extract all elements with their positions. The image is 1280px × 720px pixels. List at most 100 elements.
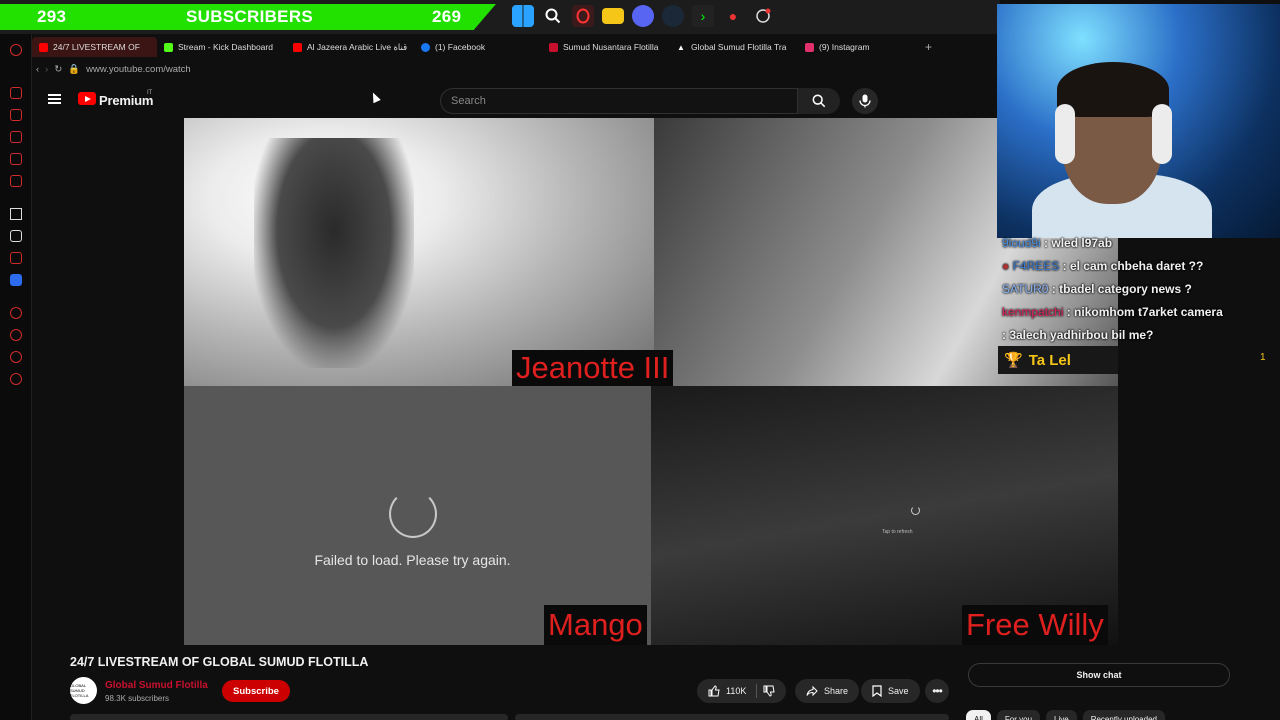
chat-username: kenmpatchi bbox=[1002, 305, 1064, 319]
discord-icon[interactable] bbox=[632, 5, 654, 27]
tab-aljazeera[interactable]: Al Jazeera Arabic Live قناة bbox=[286, 37, 414, 57]
chat-message: SATUR0 : tbadel category news ? bbox=[998, 278, 1280, 301]
share-icon bbox=[806, 685, 818, 697]
sidebar-item-icon[interactable] bbox=[10, 87, 22, 99]
sidebar-item-icon[interactable] bbox=[10, 351, 22, 363]
maps-icon[interactable]: ● bbox=[722, 5, 744, 27]
history-icon[interactable] bbox=[10, 329, 22, 341]
description-box[interactable] bbox=[515, 714, 949, 720]
chat-text: : nikomhom t7arket camera bbox=[1063, 305, 1223, 319]
tab-youtube[interactable]: 24/7 LIVESTREAM OF bbox=[32, 37, 157, 57]
save-button[interactable]: Save bbox=[861, 679, 920, 703]
sidebar-item-icon[interactable] bbox=[10, 109, 22, 121]
like-button[interactable]: 110K bbox=[697, 679, 787, 703]
terminal-icon[interactable]: › bbox=[692, 5, 714, 27]
instagram-icon bbox=[805, 42, 814, 52]
tab-label: Al Jazeera Arabic Live قناة bbox=[307, 41, 408, 52]
like-count: 110K bbox=[726, 686, 747, 696]
streamer-webcam bbox=[997, 4, 1280, 238]
chip-recently-uploaded[interactable]: Recently uploaded bbox=[1082, 710, 1165, 720]
channel-name[interactable]: Global Sumud Flotilla bbox=[105, 680, 208, 691]
tab-label: (1) Facebook bbox=[435, 42, 486, 52]
chip-all[interactable]: All bbox=[966, 710, 991, 720]
chat-message: ● F4REES : el cam chbeha daret ?? bbox=[998, 255, 1280, 278]
subscriber-goal-bar: 293 SUBSCRIBERS 269 bbox=[0, 4, 496, 30]
youtube-premium-label[interactable]: Premium bbox=[99, 93, 153, 108]
tab-strip: 24/7 LIVESTREAM OF Stream - Kick Dashboa… bbox=[32, 36, 1000, 58]
x-icon[interactable] bbox=[10, 230, 22, 242]
camera-label: Free Willy bbox=[962, 605, 1108, 645]
tab-global-sumud[interactable]: ▲ Global Sumud Flotilla Tra bbox=[670, 37, 798, 57]
chat-username: SATUR0 bbox=[1002, 282, 1049, 296]
search-input[interactable]: Search bbox=[440, 88, 798, 114]
video-player[interactable]: Jeanotte III Failed to load. Please try … bbox=[184, 118, 1118, 645]
youtube-icon bbox=[293, 42, 302, 52]
sidebar-item-icon[interactable] bbox=[10, 153, 22, 165]
camera-label: Mango bbox=[544, 605, 647, 645]
sidebar-item-icon[interactable] bbox=[10, 131, 22, 143]
divider bbox=[756, 684, 758, 698]
sidebar-item-icon[interactable] bbox=[10, 274, 22, 286]
refresh-icon[interactable] bbox=[911, 506, 920, 515]
opera-icon[interactable] bbox=[572, 5, 594, 27]
settings-icon[interactable] bbox=[10, 373, 22, 385]
tab-label: 24/7 LIVESTREAM OF bbox=[53, 42, 140, 52]
chip-for-you[interactable]: For you bbox=[996, 710, 1041, 720]
save-label: Save bbox=[888, 686, 909, 696]
url-field[interactable]: www.youtube.com/watch bbox=[86, 64, 191, 75]
description-box[interactable] bbox=[70, 714, 508, 720]
new-tab-button[interactable]: + bbox=[918, 37, 942, 57]
tab-facebook[interactable]: (1) Facebook bbox=[414, 37, 542, 57]
folder-icon[interactable] bbox=[602, 8, 624, 24]
thumbs-up-icon bbox=[708, 685, 720, 697]
back-icon[interactable]: ‹ bbox=[36, 64, 39, 75]
site-icon: ▲ bbox=[677, 42, 685, 52]
trophy-icon: 🏆 bbox=[1004, 352, 1023, 369]
camera-label: Jeanotte III bbox=[512, 350, 674, 386]
tab-sumud-nusantara[interactable]: Sumud Nusantara Flotilla bbox=[542, 37, 670, 57]
kick-icon bbox=[164, 42, 173, 52]
search-icon[interactable] bbox=[542, 5, 564, 27]
forward-icon[interactable]: › bbox=[45, 64, 48, 75]
search-icon bbox=[812, 94, 826, 108]
address-bar: ‹ › ↻ 🔒 www.youtube.com/watch bbox=[32, 60, 1000, 78]
windows-icon[interactable] bbox=[512, 5, 534, 27]
chat-username: 9loud9i bbox=[1002, 236, 1041, 250]
steam-icon[interactable] bbox=[662, 5, 684, 27]
share-button[interactable]: Share bbox=[795, 679, 860, 703]
channel-avatar[interactable]: GLOBAL SUMUD FLOTILLA bbox=[70, 677, 97, 704]
opera-menu-icon[interactable] bbox=[10, 44, 22, 56]
chat-text: : el cam chbeha daret ?? bbox=[1059, 259, 1204, 273]
reload-icon[interactable] bbox=[389, 490, 437, 538]
video-title: 24/7 LIVESTREAM OF GLOBAL SUMUD FLOTILLA bbox=[70, 655, 369, 669]
youtube-logo-icon[interactable] bbox=[78, 92, 96, 105]
tab-label: (9) Instagram bbox=[819, 42, 870, 52]
chat-message: kenmpatchi : nikomhom t7arket camera bbox=[998, 301, 1280, 324]
chat-text: : wled l97ab bbox=[1040, 236, 1113, 250]
chip-live[interactable]: Live bbox=[1046, 710, 1077, 720]
search-button[interactable] bbox=[798, 88, 840, 114]
error-message: Failed to load. Please try again. bbox=[314, 552, 511, 568]
more-actions-button[interactable]: ••• bbox=[925, 679, 949, 703]
headphones bbox=[1152, 104, 1172, 164]
tab-instagram[interactable]: (9) Instagram bbox=[798, 37, 918, 57]
chat-message: 9loud9i : wled l97ab bbox=[998, 232, 1280, 255]
subscribe-button[interactable]: Subscribe bbox=[222, 680, 290, 702]
badge-icon: ● bbox=[1002, 259, 1013, 273]
chat-text: : tbadel category news ? bbox=[1048, 282, 1192, 296]
chat-text: : 3alech yadhirbou bil me? bbox=[1002, 328, 1154, 342]
tab-label: Stream - Kick Dashboard bbox=[178, 42, 273, 52]
voice-search-button[interactable] bbox=[852, 88, 878, 114]
sidebar-item-icon[interactable] bbox=[10, 252, 22, 264]
pinned-viewer: 🏆 Ta Lel bbox=[998, 346, 1118, 374]
sidebar-item-icon[interactable] bbox=[10, 175, 22, 187]
show-chat-button[interactable]: Show chat bbox=[968, 663, 1230, 687]
menu-icon[interactable] bbox=[48, 94, 61, 104]
tap-to-refresh[interactable]: Tap to refresh bbox=[882, 529, 913, 535]
tab-kick[interactable]: Stream - Kick Dashboard bbox=[157, 37, 286, 57]
clock-icon[interactable] bbox=[752, 5, 774, 27]
reload-icon[interactable]: ↻ bbox=[54, 64, 62, 75]
sidebar-item-icon[interactable] bbox=[10, 307, 22, 319]
sidebar-item-icon[interactable] bbox=[10, 208, 22, 220]
sub-count-right: 269 bbox=[432, 7, 462, 26]
